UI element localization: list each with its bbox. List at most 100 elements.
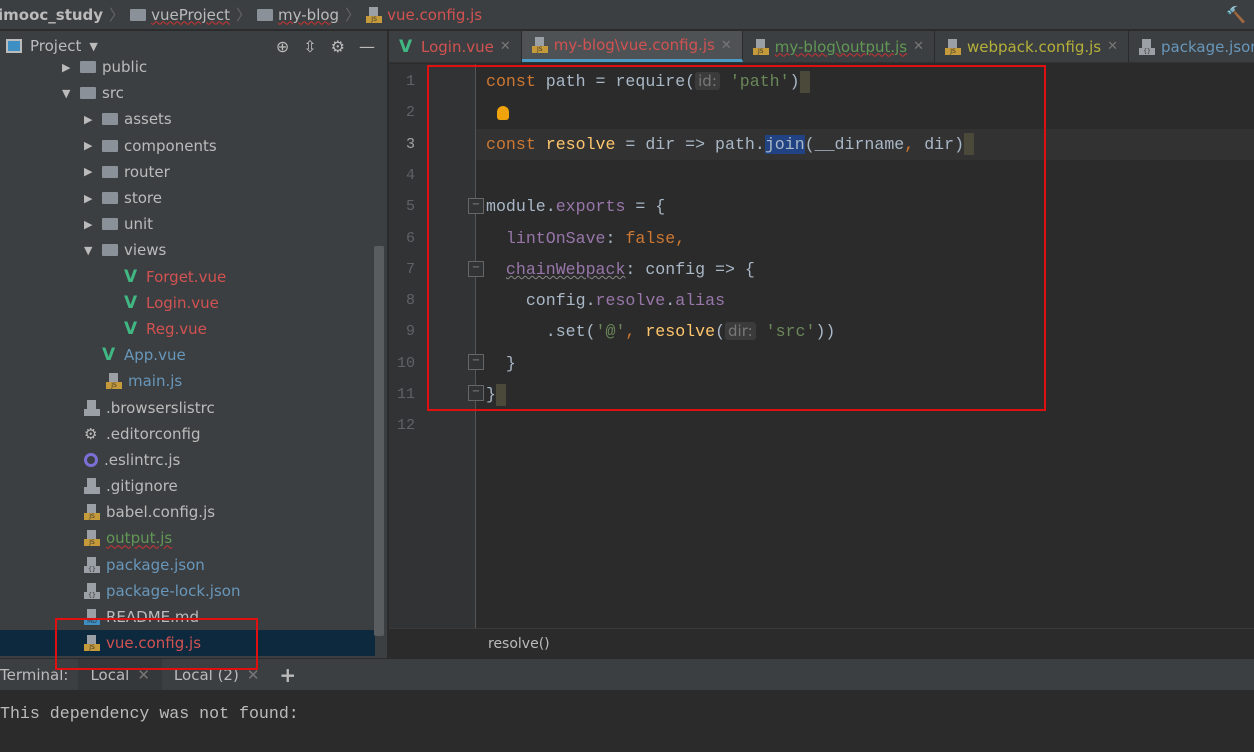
file-icon [84, 399, 100, 416]
tree-item[interactable]: V App.vue [0, 342, 375, 368]
tree-item-label: App.vue [124, 346, 186, 365]
line-number: 11 [396, 386, 415, 403]
tree-item-label: views [124, 241, 167, 260]
breadcrumb-separator: 〉 [109, 6, 125, 24]
tree-item[interactable]: .browserslistrc [0, 394, 375, 420]
close-icon[interactable]: ✕ [500, 39, 511, 54]
folder-icon [102, 244, 118, 257]
tree-item[interactable]: V Forget.vue [0, 264, 375, 290]
collapsed-arrow-icon[interactable]: ▶ [84, 139, 96, 152]
expanded-arrow-icon[interactable]: ▼ [62, 87, 74, 100]
js-file-icon [106, 373, 122, 390]
close-icon[interactable]: ✕ [1107, 39, 1118, 54]
build-hammer-icon[interactable]: 🔨 [1226, 5, 1246, 24]
tree-item[interactable]: ▶ router [0, 159, 375, 185]
folder-icon [257, 8, 274, 21]
tree-item-label: .editorconfig [106, 424, 201, 443]
add-terminal-button[interactable]: + [271, 663, 296, 687]
chevron-down-icon[interactable]: ▼ [89, 40, 97, 53]
tree-item-label: Login.vue [146, 293, 219, 312]
tree-item-label: Forget.vue [146, 267, 227, 286]
breadcrumb-item[interactable]: imooc_study [0, 6, 103, 24]
tree-item[interactable]: main.js [0, 368, 375, 394]
tree-item-label: store [124, 189, 162, 208]
breadcrumb-label: my-blog [278, 5, 340, 24]
tree-item-label: .eslintrc.js [104, 450, 181, 469]
tab-label: my-blog\output.js [774, 37, 908, 56]
breadcrumb-item[interactable]: vue.config.js [366, 6, 482, 24]
tree-item[interactable]: ▶ store [0, 185, 375, 211]
breadcrumb-function[interactable]: resolve() [488, 636, 550, 652]
tree-item[interactable]: package.json [0, 552, 375, 578]
collapsed-arrow-icon[interactable]: ▶ [84, 113, 96, 126]
tree-item[interactable]: ▼ views [0, 237, 375, 263]
editor-tab[interactable]: package.json [1129, 31, 1254, 62]
editor-tab[interactable]: my-blog\output.js ✕ [743, 31, 936, 62]
vue-file-icon: V [102, 345, 116, 366]
tree-item[interactable]: V Login.vue [0, 290, 375, 316]
tree-item-label: main.js [128, 372, 183, 391]
line-number: 5 [405, 198, 415, 216]
breadcrumb-label: imooc_study [0, 5, 104, 24]
breadcrumb-item[interactable]: vueProject [130, 6, 230, 24]
close-icon[interactable]: ✕ [913, 39, 924, 54]
breadcrumb-separator: 〉 [236, 6, 252, 24]
breadcrumb-item[interactable]: my-blog [257, 6, 339, 24]
tree-item[interactable]: babel.config.js [0, 499, 375, 525]
editor-tab[interactable]: webpack.config.js ✕ [935, 31, 1130, 62]
collapsed-arrow-icon[interactable]: ▶ [62, 61, 74, 74]
json-file-icon [1139, 38, 1156, 55]
editor-tabs: VLogin.vue✕my-blog\vue.config.js✕my-blog… [389, 31, 1254, 63]
line-number: 8 [405, 292, 415, 310]
tree-item[interactable]: V Reg.vue [0, 316, 375, 342]
folder-icon [102, 139, 118, 152]
line-number: 2 [405, 104, 415, 122]
line-number: 1 [405, 73, 415, 90]
breadcrumb-label: vue.config.js [387, 5, 483, 24]
close-icon[interactable]: ✕ [721, 38, 732, 53]
tree-item-label: .gitignore [106, 477, 178, 496]
tree-item[interactable]: .eslintrc.js [0, 447, 375, 473]
tree-item[interactable]: ▼ src [0, 80, 375, 106]
folder-icon [102, 165, 118, 178]
folder-icon [102, 218, 118, 231]
terminal-output[interactable]: This dependency was not found: [0, 690, 1254, 752]
tree-item[interactable]: ▶ public [0, 54, 375, 80]
breadcrumb-label: vueProject [151, 5, 231, 24]
project-view-selector[interactable]: Project [30, 37, 81, 55]
tab-label: webpack.config.js [967, 37, 1102, 56]
minimize-icon[interactable]: — [359, 37, 375, 56]
tree-item-label: .browserslistrc [106, 398, 215, 417]
js-file-icon [84, 530, 100, 547]
tree-item[interactable]: package-lock.json [0, 578, 375, 604]
expanded-arrow-icon[interactable]: ▼ [84, 244, 96, 257]
line-number: 4 [405, 166, 415, 184]
tree-item[interactable]: ▶ assets [0, 106, 375, 132]
sidebar-scrollbar[interactable] [374, 246, 384, 636]
tree-item[interactable]: ⚙ .editorconfig [0, 421, 375, 447]
collapsed-arrow-icon[interactable]: ▶ [84, 165, 96, 178]
tree-item[interactable]: ▶ unit [0, 211, 375, 237]
tree-item-label: package.json [106, 555, 205, 574]
editor-breadcrumb[interactable]: resolve() [389, 628, 1254, 658]
eslint-icon [84, 452, 98, 467]
tree-item[interactable]: .gitignore [0, 473, 375, 499]
tree-item[interactable]: output.js [0, 525, 375, 551]
editor-tab[interactable]: my-blog\vue.config.js ✕ [521, 31, 743, 62]
json-file-icon [84, 582, 100, 599]
collapse-all-icon[interactable]: ⇳ [303, 37, 316, 56]
line-number: 6 [405, 229, 415, 247]
line-number: 9 [405, 323, 415, 341]
collapsed-arrow-icon[interactable]: ▶ [84, 218, 96, 231]
annotation-box [55, 618, 258, 670]
tree-item[interactable]: ▶ components [0, 133, 375, 159]
tree-item-label: public [102, 58, 148, 77]
editor-tab[interactable]: V Login.vue ✕ [389, 31, 522, 62]
locate-icon[interactable]: ⊕ [276, 37, 289, 56]
folder-icon [102, 113, 118, 126]
js-file-icon [945, 38, 962, 55]
file-icon [84, 478, 100, 495]
collapsed-arrow-icon[interactable]: ▶ [84, 192, 96, 205]
line-number: 10 [396, 354, 415, 372]
gear-icon[interactable]: ⚙ [331, 37, 345, 56]
